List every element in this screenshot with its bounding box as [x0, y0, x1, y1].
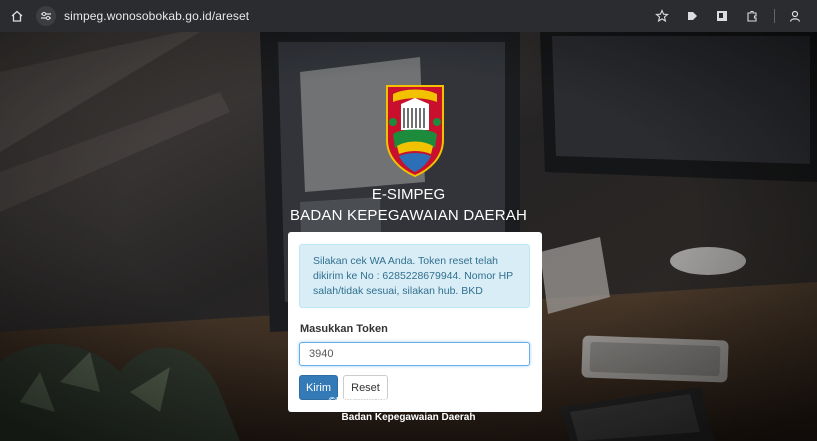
footer-agency: Badan Kepegawaian Daerah	[341, 412, 476, 423]
puzzle-icon[interactable]	[744, 8, 760, 24]
footer-copyright: ©Pemerintah Kabupaten Wonosobo	[328, 396, 489, 407]
home-icon[interactable]	[10, 9, 24, 23]
token-label: Masukkan Token	[300, 323, 388, 335]
app-title: E-SIMPEG	[371, 186, 446, 203]
extension-icon[interactable]	[684, 8, 700, 24]
browser-toolbar: simpeg.wonosobokab.go.id/areset	[0, 0, 817, 32]
login-page: E-SIMPEG BADAN KEPEGAWAIAN DAERAH Silaka…	[0, 32, 817, 441]
token-form-panel: Silakan cek WA Anda. Token reset telah d…	[288, 232, 542, 412]
info-alert: Silakan cek WA Anda. Token reset telah d…	[299, 244, 530, 308]
address-bar[interactable]: simpeg.wonosobokab.go.id/areset	[64, 9, 249, 23]
sidebar-icon[interactable]	[714, 8, 730, 24]
wonosobo-crest-logo	[381, 82, 449, 178]
toolbar-divider	[774, 9, 775, 23]
profile-icon[interactable]	[787, 8, 803, 24]
org-title: BADAN KEPEGAWAIAN DAERAH	[289, 207, 528, 224]
token-input[interactable]	[299, 342, 530, 366]
star-icon[interactable]	[654, 8, 670, 24]
site-settings-icon[interactable]	[36, 6, 56, 26]
